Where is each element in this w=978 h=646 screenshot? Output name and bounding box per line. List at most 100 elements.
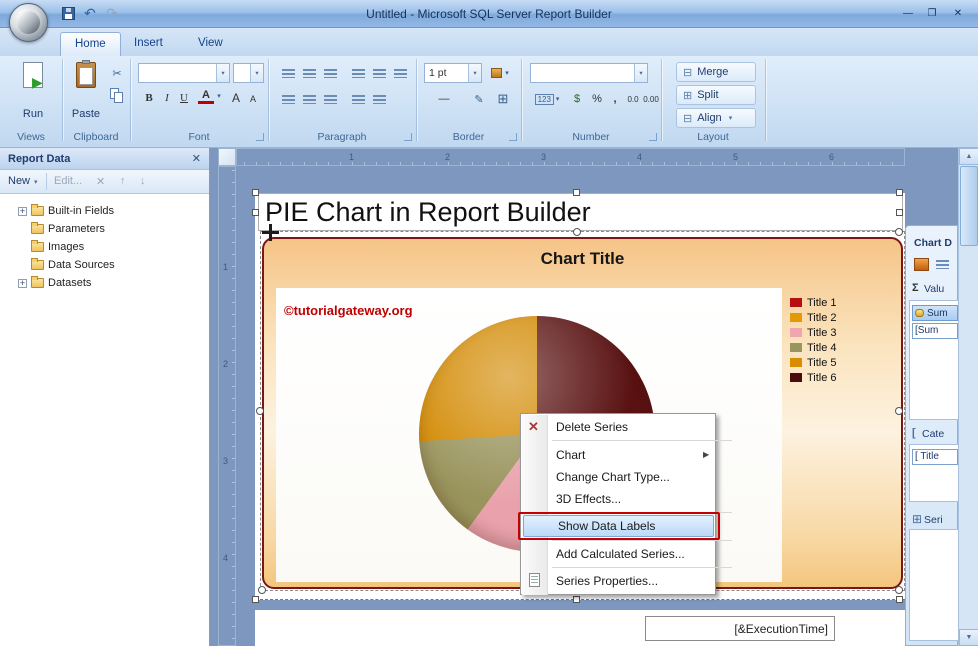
resize-handle[interactable] <box>573 596 580 603</box>
currency-button[interactable]: $ <box>568 90 586 108</box>
legend-item[interactable]: Title 1 <box>790 295 837 310</box>
close-button[interactable]: ✕ <box>948 6 968 22</box>
grow-font-button[interactable]: A <box>228 89 244 107</box>
font-size-combobox[interactable]: ▾ <box>233 63 264 83</box>
chevron-down-icon[interactable]: ▾ <box>34 178 38 186</box>
tree-item-images[interactable]: Images <box>0 238 200 256</box>
decrease-decimal-button[interactable]: 0.00 <box>642 90 660 108</box>
increase-decimal-button[interactable]: 0.0 <box>624 90 642 108</box>
menu-item-3d-effects[interactable]: 3D Effects... <box>522 488 715 510</box>
align-middle-button[interactable] <box>299 90 319 108</box>
chevron-down-icon[interactable]: ▾ <box>468 64 481 82</box>
maximize-button[interactable]: ❐ <box>922 6 942 22</box>
numbering-button[interactable] <box>390 64 410 82</box>
pane-menu-icon[interactable] <box>936 260 949 269</box>
scroll-down-button[interactable]: ▼ <box>959 629 978 646</box>
thousands-separator-button[interactable]: , <box>608 90 622 108</box>
textbox-handle[interactable] <box>252 189 259 196</box>
align-top-button[interactable] <box>278 90 298 108</box>
selection-handle[interactable] <box>895 228 903 236</box>
align-right-button[interactable] <box>320 64 340 82</box>
legend-item[interactable]: Title 4 <box>790 340 837 355</box>
line-spacing-button[interactable] <box>348 64 368 82</box>
textbox-handle[interactable] <box>573 189 580 196</box>
selection-handle[interactable] <box>573 228 581 236</box>
application-menu-button[interactable] <box>9 3 48 42</box>
number-format-button[interactable]: 123 ▾ <box>530 90 564 108</box>
split-button[interactable]: ⊞ Split <box>676 85 756 105</box>
number-format-combobox[interactable]: ▾ <box>530 63 648 83</box>
borders-button[interactable]: ⊞ <box>492 90 514 108</box>
selection-handle[interactable] <box>256 407 264 415</box>
redo-icon[interactable]: ↷ <box>106 5 118 21</box>
tab-view[interactable]: View <box>184 32 237 56</box>
underline-button[interactable]: U <box>176 89 192 107</box>
report-title-textbox[interactable]: PIE Chart in Report Builder <box>258 193 903 231</box>
chart-type-icon[interactable] <box>914 258 929 271</box>
font-name-combobox[interactable]: ▾ <box>138 63 230 83</box>
move-handle-icon[interactable] <box>262 224 279 241</box>
font-dialog-launcher-icon[interactable] <box>256 133 264 141</box>
border-width-combobox[interactable]: 1 pt ▾ <box>424 63 482 83</box>
tree-item-data-sources[interactable]: Data Sources <box>0 256 200 274</box>
tree-item-parameters[interactable]: Parameters <box>0 220 200 238</box>
draw-border-button[interactable]: ✎ <box>468 90 490 108</box>
textbox-handle[interactable] <box>896 209 903 216</box>
delete-item-icon[interactable]: ✕ <box>96 175 105 188</box>
align-left-button[interactable] <box>278 64 298 82</box>
font-color-button[interactable]: A <box>198 89 214 104</box>
vertical-scrollbar[interactable]: ▲ ▼ <box>958 148 978 646</box>
execution-time-textbox[interactable]: [&ExecutionTime] <box>645 616 835 641</box>
expand-plus-icon[interactable]: + <box>18 206 27 216</box>
increase-indent-button[interactable] <box>369 90 389 108</box>
align-button[interactable]: ⊟ Align ▾ <box>676 108 756 128</box>
align-bottom-button[interactable] <box>320 90 340 108</box>
legend-item[interactable]: Title 2 <box>790 310 837 325</box>
selection-handle[interactable] <box>895 407 903 415</box>
menu-item-series-properties[interactable]: Series Properties... <box>522 570 715 592</box>
menu-item-chart[interactable]: Chart <box>522 444 715 466</box>
tree-item-datasets[interactable]: + Datasets <box>0 274 200 292</box>
menu-item-show-data-labels[interactable]: Show Data Labels <box>523 515 714 537</box>
chevron-down-icon[interactable]: ▾ <box>634 64 647 82</box>
resize-handle[interactable] <box>896 596 903 603</box>
paragraph-dialog-launcher-icon[interactable] <box>404 133 412 141</box>
number-dialog-launcher-icon[interactable] <box>649 133 657 141</box>
menu-item-delete-series[interactable]: Delete Series <box>522 416 715 438</box>
decrease-indent-button[interactable] <box>348 90 368 108</box>
category-group-item[interactable]: [ Title <box>912 449 958 465</box>
legend-item[interactable]: Title 3 <box>790 325 837 340</box>
tab-insert[interactable]: Insert <box>120 32 177 56</box>
percent-button[interactable]: % <box>588 90 606 108</box>
shrink-font-button[interactable]: A <box>246 91 260 107</box>
move-down-icon[interactable]: ↓ <box>140 175 146 187</box>
edit-button[interactable]: Edit... <box>54 175 82 187</box>
close-panel-icon[interactable]: ✕ <box>192 148 201 170</box>
italic-button[interactable]: I <box>159 89 175 107</box>
tree-item-built-in-fields[interactable]: + Built-in Fields <box>0 202 200 220</box>
save-icon[interactable] <box>62 7 75 20</box>
resize-handle[interactable] <box>252 596 259 603</box>
merge-button[interactable]: ⊟ Merge <box>676 62 756 82</box>
menu-item-add-calculated-series[interactable]: Add Calculated Series... <box>522 543 715 565</box>
tab-home[interactable]: Home <box>60 32 121 56</box>
minimize-button[interactable]: — <box>898 6 918 22</box>
chevron-down-icon[interactable]: ▾ <box>250 64 263 82</box>
align-center-button[interactable] <box>299 64 319 82</box>
bold-button[interactable]: B <box>140 89 158 107</box>
value-field-expression[interactable]: [Sum <box>912 323 958 339</box>
cut-button[interactable]: ✂ <box>106 64 128 82</box>
chevron-down-icon[interactable]: ▾ <box>216 64 229 82</box>
new-button[interactable]: New <box>8 175 30 187</box>
selection-handle[interactable] <box>258 586 266 594</box>
legend-item[interactable]: Title 5 <box>790 355 837 370</box>
move-up-icon[interactable]: ↑ <box>120 175 126 187</box>
border-color-button[interactable]: ▾ <box>486 64 514 82</box>
chevron-down-icon[interactable]: ▾ <box>214 92 224 100</box>
textbox-handle[interactable] <box>896 189 903 196</box>
undo-icon[interactable]: ↶ <box>84 5 96 21</box>
border-style-button[interactable]: — <box>424 90 464 108</box>
bullets-button[interactable] <box>369 64 389 82</box>
border-dialog-launcher-icon[interactable] <box>509 133 517 141</box>
scroll-up-button[interactable]: ▲ <box>959 148 978 165</box>
